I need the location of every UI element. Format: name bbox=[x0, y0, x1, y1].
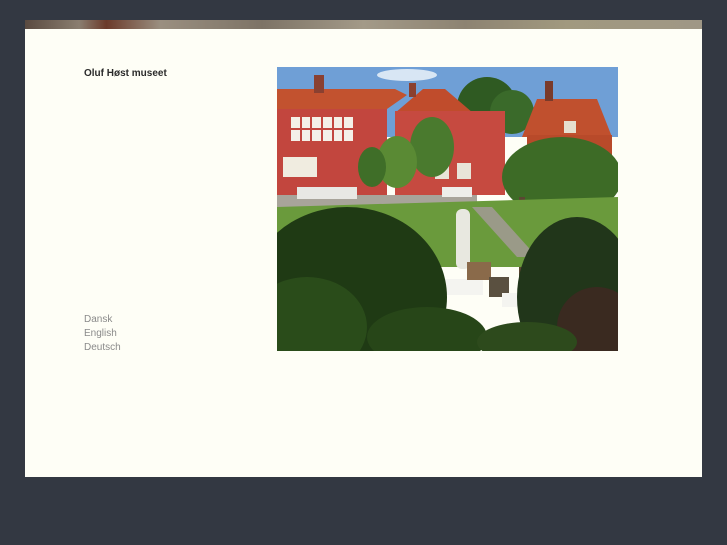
language-menu: Dansk English Deutsch bbox=[84, 313, 121, 355]
language-link-deutsch[interactable]: Deutsch bbox=[84, 341, 121, 355]
museum-garden-photo bbox=[277, 67, 618, 351]
language-link-dansk[interactable]: Dansk bbox=[84, 313, 121, 327]
header-banner-strip bbox=[25, 20, 702, 29]
site-title: Oluf Høst museet bbox=[84, 68, 167, 79]
page-container: Oluf Høst museet Dansk English Deutsch bbox=[25, 20, 702, 477]
language-link-english[interactable]: English bbox=[84, 327, 121, 341]
